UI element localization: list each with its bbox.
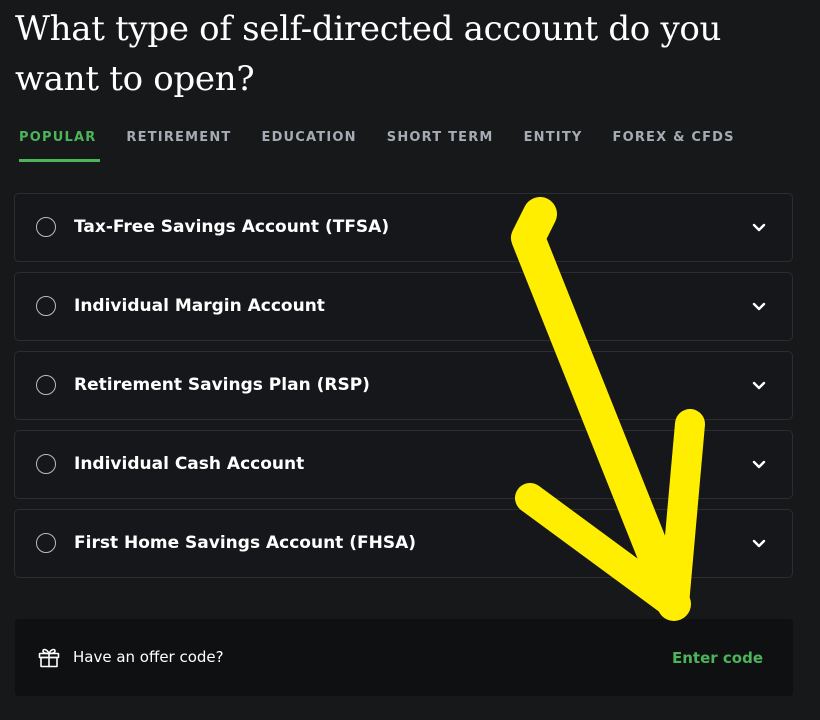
radio-button[interactable] bbox=[36, 217, 56, 237]
radio-button[interactable] bbox=[36, 533, 56, 553]
offer-code-prompt: Have an offer code? bbox=[73, 648, 224, 666]
chevron-down-icon[interactable] bbox=[751, 537, 767, 549]
radio-button[interactable] bbox=[36, 375, 56, 395]
chevron-down-icon[interactable] bbox=[751, 300, 767, 312]
account-option-tfsa[interactable]: Tax-Free Savings Account (TFSA) bbox=[14, 193, 793, 262]
page-title: What type of self-directed account do yo… bbox=[15, 9, 722, 99]
account-option-individual-margin[interactable]: Individual Margin Account bbox=[14, 272, 793, 341]
offer-code-panel: Have an offer code? Enter code bbox=[15, 619, 793, 696]
account-option-label: Individual Margin Account bbox=[74, 296, 325, 316]
account-type-tabs: POPULAR RETIREMENT EDUCATION SHORT TERM … bbox=[19, 128, 765, 164]
account-option-label: Retirement Savings Plan (RSP) bbox=[74, 375, 370, 395]
tab-education[interactable]: EDUCATION bbox=[261, 128, 356, 164]
account-option-individual-cash[interactable]: Individual Cash Account bbox=[14, 430, 793, 499]
gift-icon bbox=[38, 648, 60, 668]
radio-button[interactable] bbox=[36, 296, 56, 316]
tab-entity[interactable]: ENTITY bbox=[524, 128, 583, 164]
radio-button[interactable] bbox=[36, 454, 56, 474]
tab-forex-cfds[interactable]: FOREX & CFDS bbox=[613, 128, 735, 164]
account-option-rsp[interactable]: Retirement Savings Plan (RSP) bbox=[14, 351, 793, 420]
tab-short-term[interactable]: SHORT TERM bbox=[387, 128, 494, 164]
account-option-fhsa[interactable]: First Home Savings Account (FHSA) bbox=[14, 509, 793, 578]
account-options-list: Tax-Free Savings Account (TFSA) Individu… bbox=[14, 193, 793, 588]
account-option-label: First Home Savings Account (FHSA) bbox=[74, 533, 417, 553]
chevron-down-icon[interactable] bbox=[751, 458, 767, 470]
chevron-down-icon[interactable] bbox=[751, 379, 767, 391]
tab-retirement[interactable]: RETIREMENT bbox=[126, 128, 231, 164]
tab-popular[interactable]: POPULAR bbox=[19, 128, 101, 164]
account-option-label: Individual Cash Account bbox=[74, 454, 305, 474]
enter-code-link[interactable]: Enter code bbox=[672, 648, 763, 668]
chevron-down-icon[interactable] bbox=[751, 221, 767, 233]
account-option-label: Tax-Free Savings Account (TFSA) bbox=[74, 217, 390, 237]
